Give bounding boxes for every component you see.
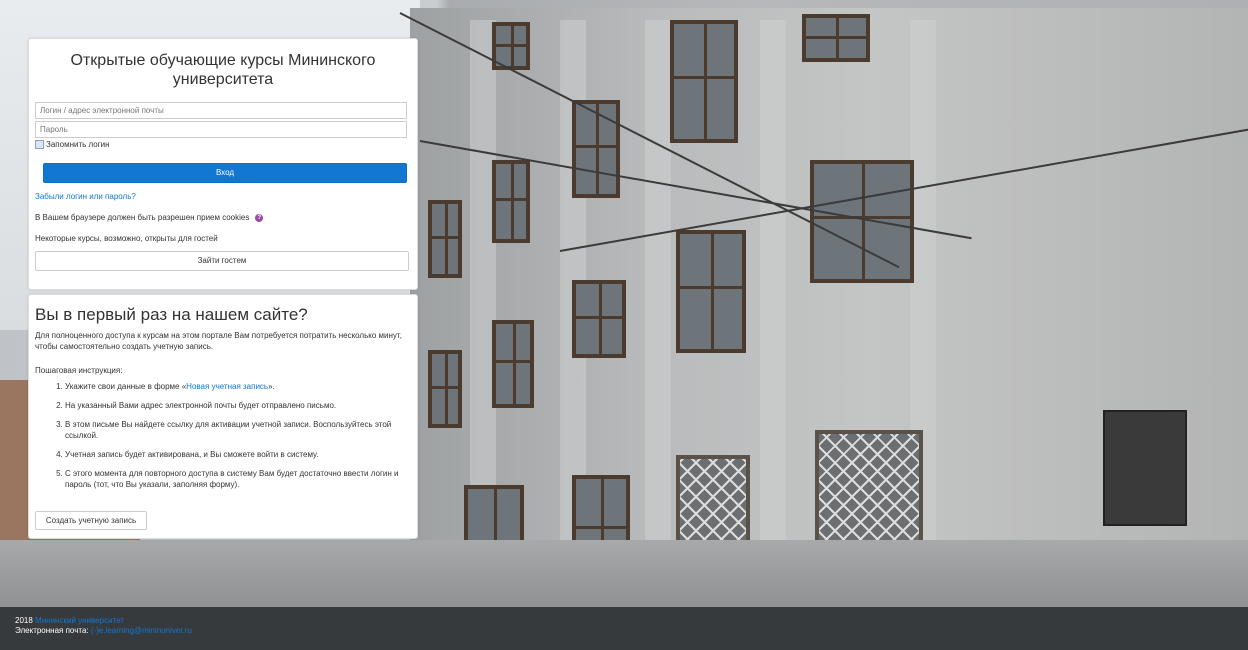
list-item: Укажите свои данные в форме «Новая учетн…: [65, 381, 421, 392]
signup-panel: Вы в первый раз на нашем сайте? Для полн…: [28, 294, 418, 539]
remember-label: Запомнить логин: [46, 140, 110, 149]
login-button[interactable]: Вход: [43, 163, 407, 183]
steps-list: Укажите свои данные в форме «Новая учетн…: [49, 381, 421, 498]
guest-login-button[interactable]: Зайти гостем: [35, 251, 409, 271]
username-input[interactable]: [35, 102, 407, 119]
new-account-link[interactable]: Новая учетная запись: [186, 382, 268, 391]
question-circle-icon[interactable]: ?: [255, 213, 264, 222]
cookies-notice: В Вашем браузере должен быть разрешен пр…: [35, 213, 264, 222]
university-link[interactable]: Мининский университет: [35, 616, 124, 625]
signup-intro: Для полноценного доступа к курсам на это…: [35, 331, 402, 351]
password-input[interactable]: [35, 121, 407, 138]
email-link[interactable]: (-)e.learning@mininuniver.ru: [91, 626, 192, 635]
login-panel: Открытые обучающие курсы Мининского унив…: [28, 38, 418, 290]
email-label: Электронная почта:: [15, 626, 89, 635]
remember-checkbox[interactable]: [35, 140, 44, 149]
remember-login[interactable]: Запомнить логин: [35, 140, 110, 149]
list-item: С этого момента для повторного доступа в…: [65, 468, 421, 490]
list-item: В этом письме Вы найдете ссылку для акти…: [65, 419, 421, 441]
footer-year: 2018: [15, 616, 33, 625]
create-account-button[interactable]: Создать учетную запись: [35, 511, 147, 530]
page-title: Открытые обучающие курсы Мининского унив…: [70, 52, 376, 88]
guests-notice: Некоторые курсы, возможно, открыты для г…: [35, 234, 218, 243]
list-item: Учетная запись будет активирована, и Вы …: [65, 449, 421, 460]
list-item: На указанный Вами адрес электронной почт…: [65, 400, 421, 411]
forgot-password-link[interactable]: Забыли логин или пароль?: [35, 192, 136, 201]
footer: 2018 Мининский университет Электронная п…: [0, 607, 1248, 650]
cookies-notice-text: В Вашем браузере должен быть разрешен пр…: [35, 213, 250, 222]
signup-heading: Вы в первый раз на нашем сайте?: [35, 305, 308, 324]
steps-title: Пошаговая инструкция:: [35, 366, 123, 375]
